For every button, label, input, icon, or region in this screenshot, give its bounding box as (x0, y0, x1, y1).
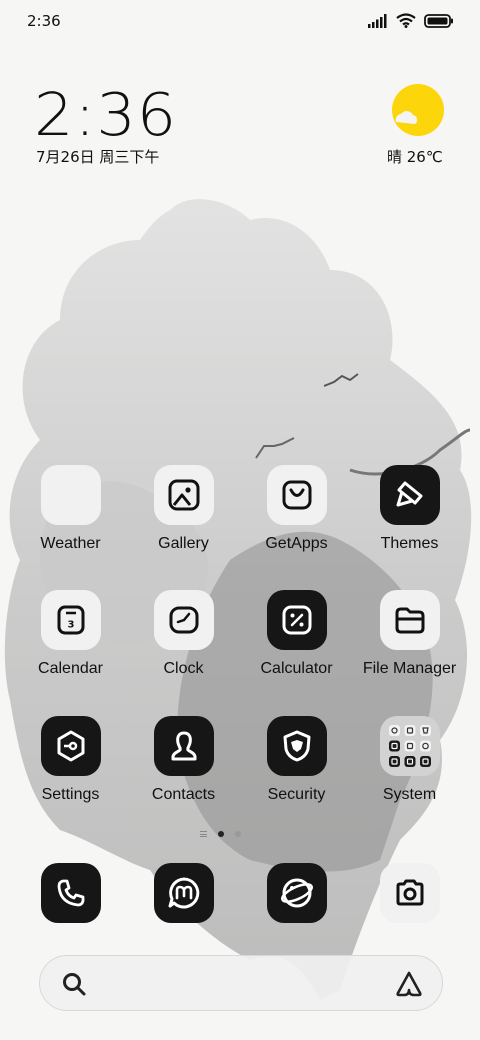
dock-phone[interactable] (41, 863, 101, 923)
dock-messages[interactable] (154, 863, 214, 923)
clock-icon[interactable] (154, 590, 214, 650)
app-weather[interactable]: Weather (14, 465, 127, 575)
status-bar: 2:36 (0, 0, 480, 44)
app-getapps[interactable]: GetApps (240, 465, 353, 575)
system-folder-icon[interactable] (380, 716, 440, 776)
sunny-weather-icon[interactable] (392, 84, 444, 136)
assistant-icon[interactable] (394, 969, 424, 999)
page-dot (235, 831, 241, 837)
themes-icon[interactable] (380, 465, 440, 525)
page-indicator[interactable] (200, 831, 241, 837)
weather-icon[interactable] (41, 465, 101, 525)
search-bar[interactable] (39, 955, 443, 1011)
app-calendar[interactable]: 3 Calendar (14, 590, 127, 700)
app-clock[interactable]: Clock (127, 590, 240, 700)
wifi-icon (396, 13, 416, 28)
calculator-icon[interactable] (267, 590, 327, 650)
app-system-folder[interactable]: System (353, 716, 466, 826)
page-dot-active (218, 831, 224, 837)
contacts-icon[interactable] (154, 716, 214, 776)
app-label: Themes (380, 535, 439, 552)
app-settings[interactable]: Settings (14, 716, 127, 826)
app-security[interactable]: Security (240, 716, 353, 826)
gallery-icon[interactable] (154, 465, 214, 525)
clock-widget-time[interactable]: 2:36 (34, 80, 177, 149)
getapps-icon[interactable] (267, 465, 327, 525)
calendar-icon[interactable]: 3 (41, 590, 101, 650)
messages-icon (168, 877, 200, 909)
security-icon[interactable] (267, 716, 327, 776)
app-label: File Manager (362, 660, 457, 677)
file-manager-icon[interactable] (380, 590, 440, 650)
camera-icon (396, 879, 424, 906)
clock-widget-date: 7月26日 周三下午 (36, 148, 160, 166)
status-icons (368, 13, 454, 28)
signal-icon (368, 13, 387, 28)
app-label: System (382, 786, 437, 803)
page-list-icon (200, 831, 207, 837)
app-contacts[interactable]: Contacts (127, 716, 240, 826)
app-file-manager[interactable]: File Manager (353, 590, 466, 700)
app-calculator[interactable]: Calculator (240, 590, 353, 700)
status-time: 2:36 (27, 12, 61, 30)
settings-icon[interactable] (41, 716, 101, 776)
dock-camera[interactable] (380, 863, 440, 923)
browser-icon (281, 878, 313, 908)
weather-widget-text: 晴 26℃ (387, 148, 443, 166)
phone-icon (57, 879, 85, 907)
search-icon[interactable] (60, 970, 88, 998)
app-gallery[interactable]: Gallery (127, 465, 240, 575)
calendar-day: 3 (68, 620, 75, 631)
app-themes[interactable]: Themes (353, 465, 466, 575)
dock-browser[interactable] (267, 863, 327, 923)
battery-icon (424, 13, 453, 28)
